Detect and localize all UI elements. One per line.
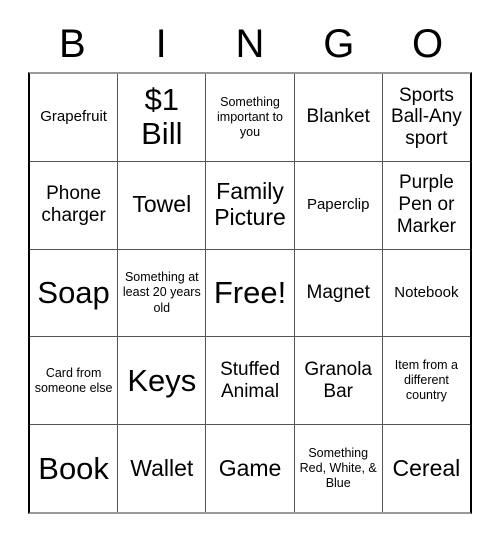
bingo-cell-label: Cereal xyxy=(392,454,461,481)
bingo-cell[interactable]: Card from someone else xyxy=(30,337,117,424)
bingo-cell[interactable]: Keys xyxy=(117,337,205,425)
bingo-cell[interactable]: Stuffed Animal xyxy=(205,337,293,425)
bingo-row: Soap Something at least 20 years old Fre… xyxy=(30,248,470,337)
bingo-cell-label: Towel xyxy=(132,191,192,218)
bingo-cell-label: Something Red, White, & Blue xyxy=(299,445,377,491)
bingo-row: Book Wallet Game Something Red, White, &… xyxy=(30,424,470,512)
bingo-cell-label: Family Picture xyxy=(214,178,286,231)
bingo-cell[interactable]: Game xyxy=(205,425,293,512)
bingo-cell-label: Blanket xyxy=(306,106,370,128)
bingo-cell-label: Soap xyxy=(37,274,110,310)
bingo-cell-label: Sports Ball-Any sport xyxy=(391,84,462,150)
bingo-cell-label: Purple Pen or Marker xyxy=(396,172,456,238)
bingo-cell-label: Free! xyxy=(213,274,287,310)
bingo-cell[interactable]: Purple Pen or Marker xyxy=(381,161,470,249)
bingo-cell[interactable]: Family Picture xyxy=(205,161,293,249)
bingo-cell[interactable]: Paperclip xyxy=(293,161,382,249)
bingo-row: Phone charger Towel Family Picture Paper… xyxy=(30,160,470,249)
bingo-cell-label: Game xyxy=(218,454,282,481)
bingo-cell-label: Something important to you xyxy=(217,94,284,140)
bingo-row: Card from someone else Keys Stuffed Anim… xyxy=(30,336,470,425)
header-letter-n: N xyxy=(235,22,265,66)
bingo-cell-label: $1 Bill xyxy=(141,82,183,152)
bingo-cell[interactable]: Wallet xyxy=(117,425,205,512)
bingo-cell[interactable]: Blanket xyxy=(293,74,382,161)
header-letter-i: I xyxy=(155,22,167,66)
bingo-cell[interactable]: Something Red, White, & Blue xyxy=(293,425,382,512)
bingo-cell-label: Book xyxy=(38,450,109,486)
bingo-cell-label: Wallet xyxy=(130,454,194,481)
bingo-cell[interactable]: Item from a different country xyxy=(381,337,470,425)
bingo-cell[interactable]: Magnet xyxy=(293,249,382,337)
bingo-cell-label: Phone charger xyxy=(41,183,106,227)
bingo-cell[interactable]: Something important to you xyxy=(205,74,293,161)
bingo-cell-label: Grapefruit xyxy=(40,108,107,126)
bingo-cell-label: Granola Bar xyxy=(304,358,373,402)
header-letter-b: B xyxy=(59,22,86,66)
bingo-cell-label: Card from someone else xyxy=(34,365,113,395)
bingo-row: Grapefruit $1 Bill Something important t… xyxy=(30,74,470,161)
bingo-cell-label: Stuffed Animal xyxy=(220,358,280,402)
bingo-header-row: B I N G O xyxy=(28,16,472,72)
header-letter-g: G xyxy=(323,22,355,66)
bingo-card: B I N G O Grapefruit $1 Bill Something i… xyxy=(0,0,500,544)
bingo-cell[interactable]: Book xyxy=(30,425,117,512)
bingo-cell[interactable]: Grapefruit xyxy=(30,74,117,161)
bingo-grid: Grapefruit $1 Bill Something important t… xyxy=(28,72,472,514)
bingo-cell-free[interactable]: Free! xyxy=(205,249,293,337)
bingo-cell[interactable]: Notebook xyxy=(381,249,470,337)
bingo-cell[interactable]: Granola Bar xyxy=(293,337,382,425)
bingo-cell-label: Magnet xyxy=(306,282,370,304)
bingo-cell[interactable]: Soap xyxy=(30,250,117,337)
bingo-cell-label: Notebook xyxy=(394,283,459,301)
bingo-cell-label: Keys xyxy=(127,362,197,398)
bingo-cell-label: Paperclip xyxy=(306,196,370,214)
bingo-cell-label: Item from a different country xyxy=(394,357,459,403)
bingo-cell[interactable]: Cereal xyxy=(381,425,470,512)
bingo-cell[interactable]: Something at least 20 years old xyxy=(117,249,205,337)
bingo-cell[interactable]: $1 Bill xyxy=(117,74,205,161)
bingo-cell[interactable]: Phone charger xyxy=(30,162,117,249)
bingo-cell[interactable]: Towel xyxy=(117,161,205,249)
bingo-cell-label: Something at least 20 years old xyxy=(122,270,201,315)
bingo-cell[interactable]: Sports Ball-Any sport xyxy=(381,74,470,161)
header-letter-o: O xyxy=(412,22,444,66)
